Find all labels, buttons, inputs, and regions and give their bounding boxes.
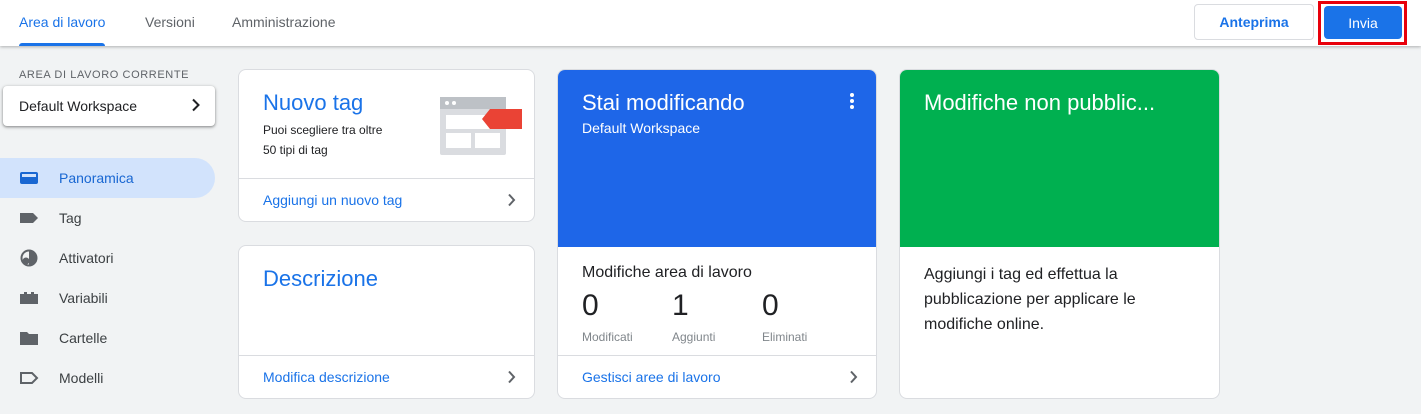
unpublished-changes-card: Modifiche non pubblic... Aggiungi i tag … (899, 69, 1220, 399)
submit-button[interactable]: Invia (1324, 6, 1402, 39)
add-new-tag-link[interactable]: Aggiungi un nuovo tag (263, 192, 402, 208)
added-label: Aggiunti (672, 330, 716, 344)
sidebar-item-label: Tag (59, 210, 82, 226)
new-tag-card: Nuovo tag Puoi scegliere tra oltre 50 ti… (238, 69, 535, 222)
editing-card: Stai modificando Default Workspace Modif… (557, 69, 877, 399)
modified-label: Modificati (582, 330, 633, 344)
sidebar-item-variables[interactable]: Variabili (0, 278, 215, 318)
tag-icon (20, 213, 38, 223)
editing-title: Stai modificando (582, 90, 745, 115)
description-footer[interactable]: Modifica descrizione (239, 355, 534, 398)
description-card: Descrizione Modifica descrizione (238, 245, 535, 399)
edit-description-link[interactable]: Modifica descrizione (263, 369, 390, 385)
top-bar: Area di lavoro Versioni Amministrazione … (0, 0, 1421, 46)
folder-icon (20, 332, 38, 345)
tab-workspace[interactable]: Area di lavoro (19, 0, 106, 46)
chevron-right-icon (850, 370, 858, 384)
chevron-right-icon (508, 370, 516, 384)
sidebar-item-label: Panoramica (59, 170, 134, 186)
sidebar-item-templates[interactable]: Modelli (0, 358, 215, 398)
new-tag-text-line1: Puoi scegliere tra oltre (263, 123, 383, 137)
new-tag-text-line2: 50 tipi di tag (263, 143, 328, 157)
unpublished-header: Modifiche non pubblic... (900, 70, 1219, 247)
chevron-right-icon (508, 193, 516, 207)
deleted-count: 0 (762, 289, 779, 322)
overview-icon (20, 172, 38, 184)
unpublished-text-line1: Aggiungi i tag ed effettua la (924, 266, 1118, 283)
new-tag-illustration-icon (440, 97, 522, 155)
workspace-selector[interactable]: Default Workspace (3, 86, 215, 126)
editing-header: Stai modificando Default Workspace (558, 70, 876, 247)
unpublished-title: Modifiche non pubblic... (924, 90, 1156, 115)
tab-versions[interactable]: Versioni (145, 0, 195, 46)
modified-count: 0 (582, 289, 599, 322)
sidebar-item-triggers[interactable]: Attivatori (0, 238, 215, 278)
unpublished-text: Aggiungi i tag ed effettua la pubblicazi… (924, 262, 1136, 337)
trigger-icon (20, 249, 38, 267)
sidebar-item-folders[interactable]: Cartelle (0, 318, 215, 358)
unpublished-text-line2: pubblicazione per applicare le (924, 291, 1136, 308)
sidebar-item-label: Variabili (59, 290, 108, 306)
editing-footer[interactable]: Gestisci aree di lavoro (558, 355, 876, 398)
workspace-name: Default Workspace (19, 98, 138, 114)
variable-icon (20, 292, 38, 304)
manage-workspaces-link[interactable]: Gestisci aree di lavoro (582, 369, 721, 385)
sidebar-item-label: Attivatori (59, 250, 114, 266)
sidebar-item-label: Cartelle (59, 330, 108, 346)
description-title: Descrizione (263, 266, 378, 291)
tab-admin[interactable]: Amministrazione (232, 0, 335, 46)
sidebar-item-tags[interactable]: Tag (0, 198, 215, 238)
added-count: 1 (672, 289, 689, 322)
new-tag-footer[interactable]: Aggiungi un nuovo tag (239, 178, 534, 221)
chevron-right-icon (192, 98, 200, 112)
sidebar-item-label: Modelli (59, 370, 104, 386)
template-icon (20, 372, 39, 384)
unpublished-text-line3: modifiche online. (924, 316, 1045, 333)
deleted-label: Eliminati (762, 330, 808, 344)
workspace-changes-title: Modifiche area di lavoro (582, 264, 752, 281)
editing-workspace-name: Default Workspace (582, 120, 701, 136)
sidebar-item-overview[interactable]: Panoramica (0, 158, 215, 198)
new-tag-title: Nuovo tag (263, 90, 364, 115)
more-vert-icon[interactable] (849, 92, 855, 110)
preview-button[interactable]: Anteprima (1194, 4, 1314, 40)
current-workspace-label: AREA DI LAVORO CORRENTE (19, 69, 190, 81)
